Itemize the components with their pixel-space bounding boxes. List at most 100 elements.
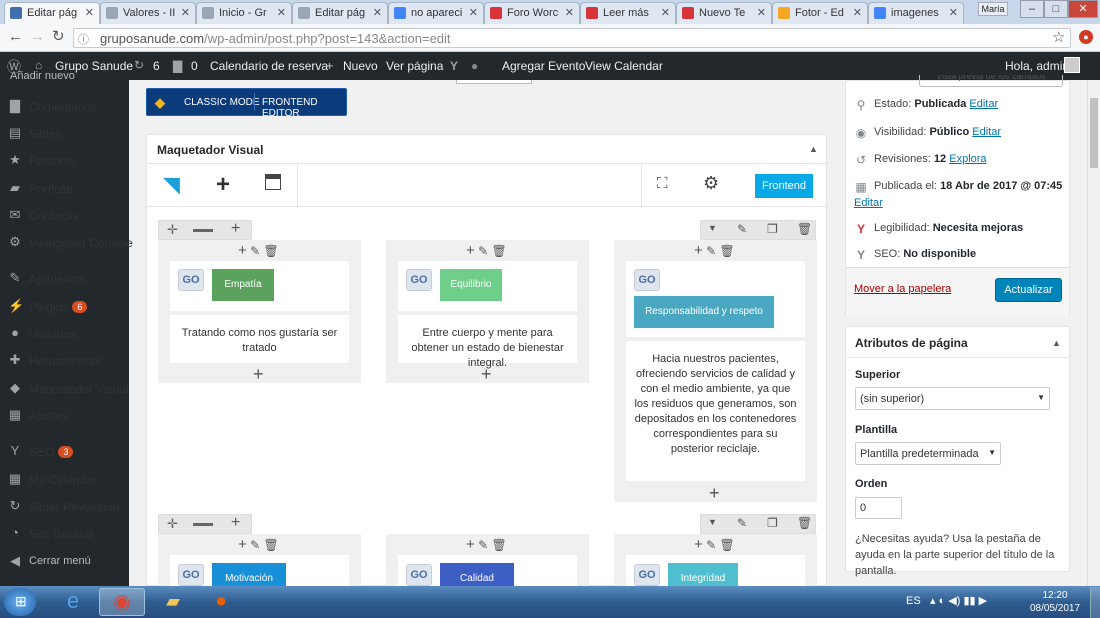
sidebar-item[interactable]: ⚡ Plugins 6 [0,294,129,320]
tab-close-icon[interactable]: ✕ [757,6,766,19]
frontend-button[interactable]: Frontend [755,174,813,198]
add-event-link[interactable]: Agregar Evento [502,59,585,73]
browser-tab[interactable]: Fotor - Ed ✕ [772,2,868,24]
firefox-icon[interactable]: ● [198,588,244,616]
file-explorer-icon[interactable]: ▰ [150,588,196,616]
sidebar-item[interactable]: ↻ Slider Revolution [0,494,129,520]
add-element-icon[interactable]: + [694,536,703,553]
chrome-icon[interactable]: ◉ [99,588,145,616]
sidebar-item[interactable]: ▰ Portfolio [0,176,129,202]
clone-row-icon[interactable]: ❐ [767,516,778,530]
internet-explorer-icon[interactable]: e [50,588,96,616]
view-calendar-link[interactable]: View Calendar [585,59,663,73]
order-input[interactable]: 0 [855,497,902,519]
add-element-icon[interactable]: + [253,365,264,383]
delete-column-icon[interactable]: 🗑 [492,244,507,258]
add-column-icon[interactable]: + [231,514,240,532]
vc-brand-icon[interactable]: ◥ [163,172,180,198]
sidebar-item[interactable]: ▦ Ajustes [0,403,129,429]
extension-icon[interactable]: ● [1079,30,1093,44]
sidebar-item[interactable]: ⚙ Vikinguard Console [0,230,133,256]
page-info-icon[interactable]: ⓘ [78,31,89,47]
language-indicator[interactable]: ES [906,595,921,607]
add-element-icon[interactable]: + [238,536,247,553]
delete-row-icon[interactable]: 🗑 [797,222,812,236]
browser-tab[interactable]: Inicio - Gr ✕ [196,2,292,24]
sidebar-item[interactable]: ▇ Comentarios [0,94,129,120]
user-greeting[interactable]: Hola, admin [1005,59,1069,73]
browser-tab[interactable]: imagenes ✕ [868,2,964,24]
toggle-row-icon[interactable]: ▼ [708,223,717,233]
add-element-icon[interactable]: + [466,536,475,553]
delete-column-icon[interactable]: 🗑 [720,244,735,258]
fullscreen-icon[interactable]: ⛶ [657,175,668,192]
tab-close-icon[interactable]: ✕ [853,6,862,19]
value-label[interactable]: Integridad [668,563,738,586]
edit-row-icon[interactable]: ✎ [737,222,747,236]
profile-name[interactable]: María [978,2,1008,16]
toggle-row-icon[interactable]: ▼ [708,517,717,527]
calendar-link[interactable]: Calendario de reserva [210,59,328,73]
sidebar-item[interactable]: ● Usuarios [0,321,129,347]
close-window-button[interactable]: ✕ [1068,0,1098,18]
sidebar-item[interactable]: ◔ Site Backup [0,521,129,547]
address-bar[interactable]: gruposanude.com/wp-admin/post.php?post=1… [73,28,1071,48]
layout-icon[interactable]: ▬▬ [193,224,213,235]
avatar[interactable] [1064,57,1080,73]
collapse-arrow-icon[interactable]: ▲ [809,144,818,154]
page-scrollbar[interactable] [1087,80,1100,586]
tab-close-icon[interactable]: ✕ [85,6,94,19]
browser-tab[interactable]: Editar pág ✕ [4,2,100,24]
tab-close-icon[interactable]: ✕ [277,6,286,19]
browser-tab[interactable]: no apareci ✕ [388,2,484,24]
browser-tab[interactable]: Editar pág ✕ [292,2,388,24]
classic-mode-button[interactable]: CLASSIC MODE [184,97,260,108]
browser-tab[interactable]: Valores - II ✕ [100,2,196,24]
value-label[interactable]: Motivación [212,563,286,586]
show-desktop-button[interactable] [1090,587,1100,618]
add-element-icon[interactable]: + [709,484,720,502]
maximize-button[interactable]: □ [1044,0,1068,18]
move-row-icon[interactable]: ✛ [167,516,178,532]
sidebar-item[interactable]: ▦ My Calendar [0,467,129,493]
view-page-link[interactable]: Ver página [386,59,443,73]
parent-select[interactable]: (sin superior) ▼ [855,387,1050,410]
edit-column-icon[interactable]: ✎ [250,538,260,552]
collapse-arrow-icon[interactable]: ▲ [1052,338,1061,348]
edit-row-icon[interactable]: ✎ [737,516,747,530]
edit-visibility-link[interactable]: Editar [972,126,1001,138]
edit-column-icon[interactable]: ✎ [706,244,716,258]
clock[interactable]: 12:20 08/05/2017 [1025,589,1085,615]
edit-column-icon[interactable]: ✎ [250,244,260,258]
value-label[interactable]: Empatía [212,269,274,301]
bookmark-star-icon[interactable]: ☆ [1052,28,1065,46]
add-element-icon[interactable]: + [694,242,703,259]
sidebar-item[interactable]: ◀ Cerrar menú [0,549,129,575]
trash-link[interactable]: Mover a la papelera [854,283,951,295]
edit-status-link[interactable]: Editar [969,98,998,110]
add-element-icon[interactable]: + [481,365,492,383]
delete-column-icon[interactable]: 🗑 [264,538,279,552]
sidebar-item[interactable]: ▤ Slides [0,121,129,147]
delete-column-icon[interactable]: 🗑 [264,244,279,258]
new-menu[interactable]: Nuevo [343,59,378,73]
update-button[interactable]: Actualizar [995,278,1062,302]
edit-column-icon[interactable]: ✎ [478,244,488,258]
add-element-icon[interactable]: + [238,242,247,259]
settings-gear-icon[interactable]: ⚙ [703,173,719,194]
reload-icon[interactable]: ↻ [52,27,65,45]
sidebar-item[interactable]: ★ Features [0,148,129,174]
delete-column-icon[interactable]: 🗑 [720,538,735,552]
value-label[interactable]: Responsabilidad y respeto [634,296,774,328]
value-label[interactable]: Calidad [440,563,514,586]
edit-date-link[interactable]: Editar [854,197,883,209]
tab-close-icon[interactable]: ✕ [181,6,190,19]
move-row-icon[interactable]: ✛ [167,222,178,238]
comments-count[interactable]: 0 [191,59,198,73]
sidebar-item[interactable]: ◆ Maquetador Visual [0,376,129,402]
sidebar-cut-item[interactable]: Añadir nuevo [10,70,75,80]
browser-tab[interactable]: Foro Worc ✕ [484,2,580,24]
browser-tab[interactable]: Nuevo Te ✕ [676,2,772,24]
add-column-icon[interactable]: + [231,220,240,238]
tab-close-icon[interactable]: ✕ [661,6,670,19]
